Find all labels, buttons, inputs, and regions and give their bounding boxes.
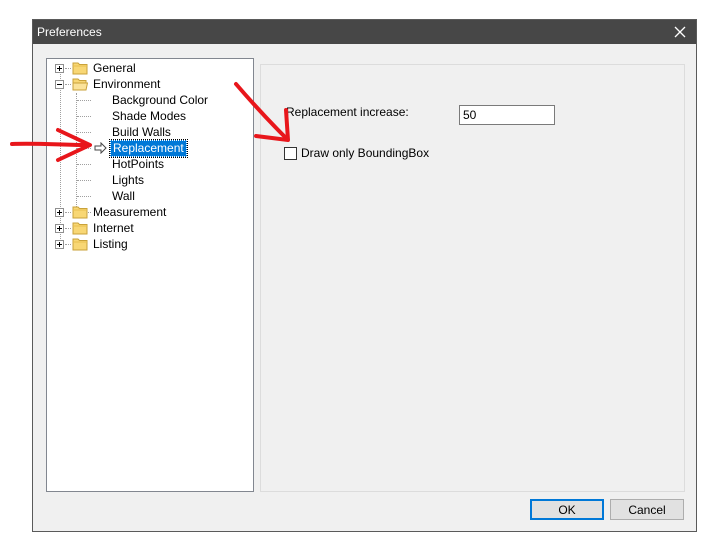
- tree-item-wall[interactable]: Wall: [110, 188, 137, 204]
- tree-item-label: Measurement: [93, 204, 167, 219]
- tree-item-background-color[interactable]: Background Color: [110, 92, 210, 108]
- folder-icon: [72, 238, 88, 251]
- cancel-button[interactable]: Cancel: [610, 499, 684, 520]
- bounding-box-label[interactable]: Draw only BoundingBox: [301, 146, 429, 160]
- close-icon: [674, 26, 686, 38]
- preferences-dialog: Preferences General Environment Backgrou…: [32, 19, 697, 532]
- replacement-increase-input[interactable]: 50: [459, 105, 555, 125]
- expand-icon[interactable]: [55, 63, 64, 73]
- close-button[interactable]: [664, 20, 696, 44]
- tree-item-listing[interactable]: Listing: [55, 236, 130, 252]
- tree-item-label: Shade Modes: [112, 108, 187, 123]
- ok-button[interactable]: OK: [530, 499, 604, 520]
- tree-item-label: Environment: [93, 76, 161, 91]
- tree-item-internet[interactable]: Internet: [55, 220, 136, 236]
- settings-panel: [260, 64, 685, 492]
- collapse-icon[interactable]: [55, 79, 64, 89]
- tree-connector: [77, 180, 91, 181]
- annotation-arrow-icon: [234, 82, 290, 142]
- tree-item-shade-modes[interactable]: Shade Modes: [110, 108, 188, 124]
- tree-item-hotpoints[interactable]: HotPoints: [110, 156, 166, 172]
- tree-item-general[interactable]: General: [55, 60, 138, 76]
- open-folder-icon: [72, 78, 88, 91]
- tree-item-label: Listing: [93, 236, 128, 251]
- tree-item-environment[interactable]: Environment: [55, 76, 162, 92]
- replacement-increase-label: Replacement increase:: [286, 105, 409, 119]
- expand-icon[interactable]: [55, 223, 64, 233]
- folder-icon: [72, 206, 88, 219]
- expand-icon[interactable]: [55, 239, 64, 249]
- tree-connector: [77, 100, 91, 101]
- tree-item-label: Build Walls: [112, 124, 171, 139]
- tree-item-label-selected: Replacement: [109, 138, 188, 158]
- tree-item-measurement[interactable]: Measurement: [55, 204, 168, 220]
- tree-connector: [77, 196, 91, 197]
- tree-item-label: Background Color: [112, 92, 209, 107]
- annotation-arrow-icon: [10, 128, 92, 162]
- tree-item-build-walls[interactable]: Build Walls: [110, 124, 173, 140]
- folder-icon: [72, 62, 88, 75]
- bounding-box-checkbox[interactable]: [284, 147, 297, 160]
- window-title: Preferences: [37, 25, 102, 39]
- tree-connector: [77, 116, 91, 117]
- tree-item-label: General: [93, 60, 136, 75]
- folder-icon: [72, 222, 88, 235]
- tree-item-label: Wall: [112, 188, 135, 203]
- expand-icon[interactable]: [55, 207, 64, 217]
- tree-item-label: HotPoints: [112, 156, 165, 171]
- tree-item-label: Internet: [93, 220, 134, 235]
- tree-item-label: Lights: [112, 172, 145, 187]
- title-bar[interactable]: Preferences: [33, 20, 696, 44]
- tree-item-lights[interactable]: Lights: [110, 172, 146, 188]
